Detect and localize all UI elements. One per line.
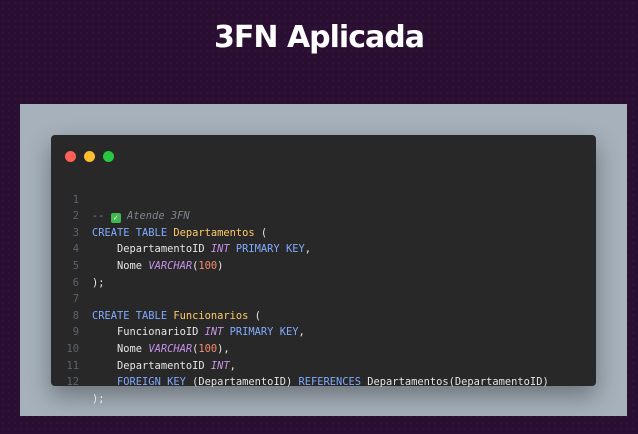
sql-keyword: FOREIGN KEY [117,376,186,389]
code-text: (DepartamentoID) [185,376,299,389]
code-line: 2 CREATE TABLE Departamentos ( [51,192,596,239]
code-line: 8 FuncionarioID INT PRIMARY KEY, [51,291,596,339]
code-window: 1 -- ✓ Atende 3FN 2 CREATE TABLE Departa… [51,135,596,405]
sql-keyword: REFERENCES [298,376,362,389]
code-text: Departamentos(DepartamentoID) [361,376,549,389]
code-screenshot-frame: 1 -- ✓ Atende 3FN 2 CREATE TABLE Departa… [20,104,627,416]
code-line: 4 Nome VARCHAR(100) [51,225,596,272]
page-title: 3FN Aplicada [214,20,425,55]
code-line: 10 DepartamentoID INT, [51,324,596,372]
code-line: 3 DepartamentoID INT PRIMARY KEY, [51,208,596,256]
minimize-dot-icon [84,151,95,162]
code-line: 6 [51,258,596,289]
code-line: 11 FOREIGN KEY (DepartamentoID) REFERENC… [51,341,596,389]
maximize-dot-icon [103,151,114,162]
code-line: 7 CREATE TABLE Funcionarios ( [51,275,596,322]
code-line: 1 -- ✓ Atende 3FN [51,175,596,224]
code-line: 5 ); [51,241,596,289]
line-number: 12 [66,376,79,389]
code-line: 9 Nome VARCHAR(100), [51,308,596,355]
close-dot-icon [65,151,76,162]
code-line: 12 ); [51,358,596,405]
code-block: 1 -- ✓ Atende 3FN 2 CREATE TABLE Departa… [51,175,596,405]
code-text: ); [92,392,105,405]
